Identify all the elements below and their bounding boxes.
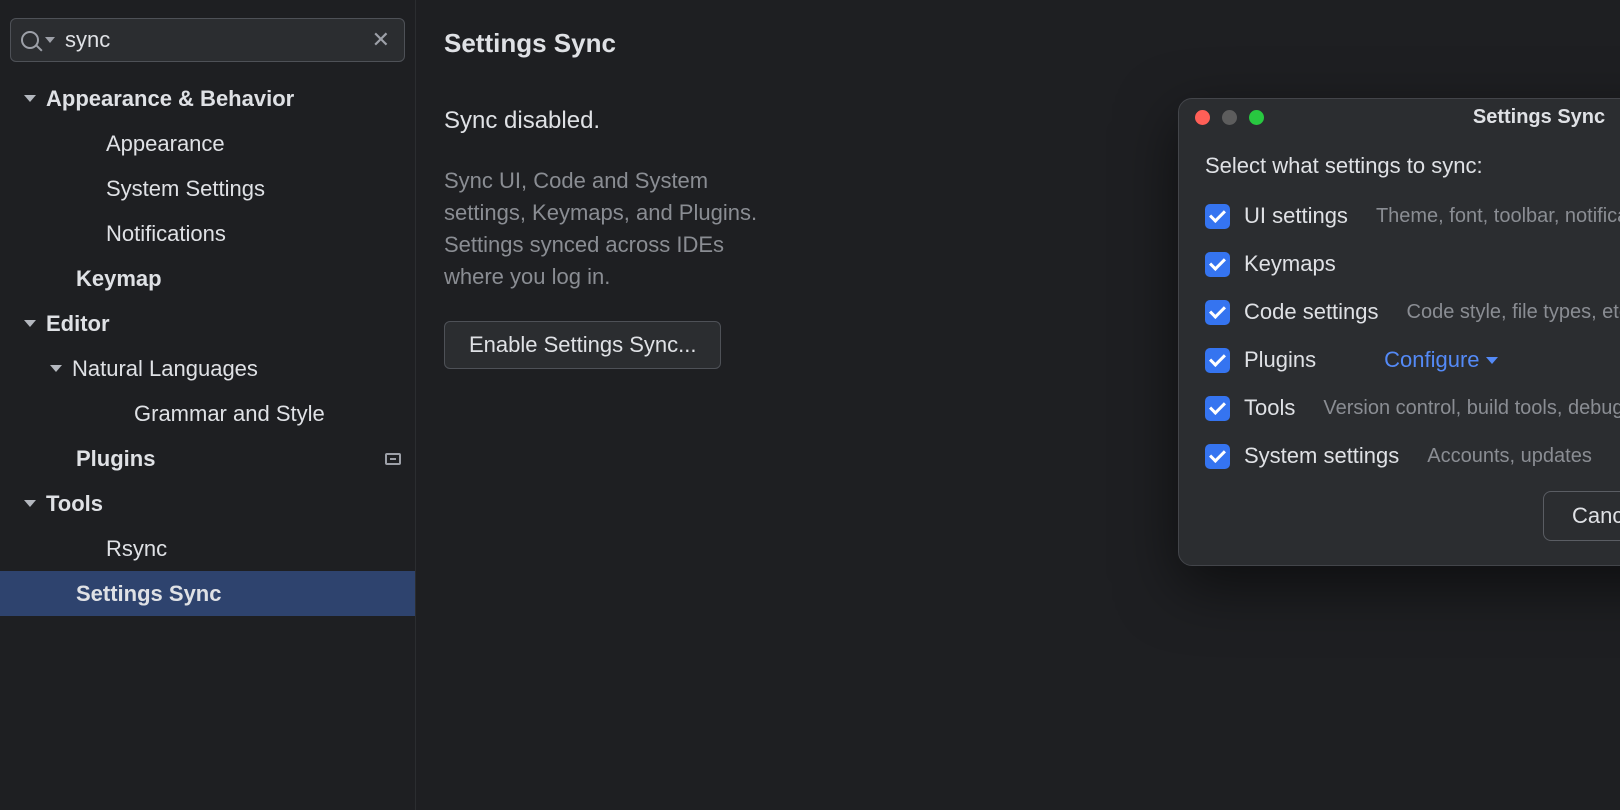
tree-item-label: Rsync [106,536,401,562]
sync-option-label: Code settings [1244,299,1379,325]
settings-main: Settings Sync Sync disabled. Sync UI, Co… [416,0,1620,810]
tree-item-label: Settings Sync [76,581,401,607]
chevron-down-icon [24,320,36,327]
search-field-wrap[interactable]: ✕ [10,18,405,62]
tree-item-label: Appearance & Behavior [46,86,401,112]
tree-item-label: System Settings [106,176,401,202]
tree-item[interactable]: Settings Sync [0,571,415,616]
sync-option-label: Keymaps [1244,251,1336,277]
settings-sync-dialog: Settings Sync Select what settings to sy… [1178,98,1620,566]
clear-search-icon[interactable]: ✕ [368,27,394,53]
tree-item-label: Appearance [106,131,401,157]
checkbox[interactable] [1205,252,1230,277]
tree-item-label: Plugins [76,446,385,472]
dialog-heading: Select what settings to sync: [1205,153,1620,179]
chevron-down-icon [24,95,36,102]
configure-link[interactable]: Configure [1384,347,1497,373]
tree-item[interactable]: Editor [0,301,415,346]
checkbox[interactable] [1205,444,1230,469]
window-minimize-icon[interactable] [1222,110,1237,125]
tree-item-label: Keymap [76,266,401,292]
tree-item[interactable]: Natural Languages [0,346,415,391]
search-icon [21,31,39,49]
sync-option-row: UI settings Theme, font, toolbar, notific… [1205,203,1620,229]
tree-item[interactable]: Notifications [0,211,415,256]
checkbox[interactable] [1205,204,1230,229]
tree-item-label: Notifications [106,221,401,247]
sync-option-row: Plugins Configure [1205,347,1620,373]
tree-item-label: Natural Languages [72,356,401,382]
chevron-down-icon [1486,357,1498,364]
tree-item[interactable]: Tools [0,481,415,526]
tree-item[interactable]: Keymap [0,256,415,301]
sync-option-hint: Version control, build tools, debugger, … [1323,397,1620,420]
tree-item[interactable]: System Settings [0,166,415,211]
enable-settings-sync-button[interactable]: Enable Settings Sync... [444,321,721,369]
sync-option-row: Tools Version control, build tools, debug… [1205,395,1620,421]
sync-option-hint: Theme, font, toolbar, notifications, etc… [1376,205,1620,228]
settings-tree: Appearance & Behavior Appearance System Se… [0,76,415,810]
window-controls [1179,110,1264,125]
settings-sidebar: ✕ Appearance & Behavior Appearance System … [0,0,416,810]
checkbox[interactable] [1205,348,1230,373]
sync-option-label: UI settings [1244,203,1348,229]
window-maximize-icon[interactable] [1249,110,1264,125]
tree-item-label: Editor [46,311,401,337]
sync-description: Sync UI, Code and System settings, Keyma… [444,165,774,293]
sync-option-label: Plugins [1244,347,1316,373]
sync-option-hint: Code style, file types, etc. [1407,301,1620,324]
tree-item[interactable]: Grammar and Style [0,391,415,436]
plugins-badge-icon [385,453,401,465]
window-close-icon[interactable] [1195,110,1210,125]
tree-item-label: Grammar and Style [134,401,401,427]
tree-item[interactable]: Appearance [0,121,415,166]
sync-option-label: System settings [1244,443,1399,469]
sync-option-row: Keymaps [1205,251,1620,277]
tree-item-label: Tools [46,491,401,517]
page-title: Settings Sync [444,28,1620,59]
sync-option-label: Tools [1244,395,1295,421]
checkbox[interactable] [1205,300,1230,325]
chevron-down-icon[interactable] [45,37,55,43]
dialog-body: Select what settings to sync: UI setting… [1179,135,1620,565]
cancel-button[interactable]: Cancel [1543,491,1620,541]
sync-option-row: System settings Accounts, updates [1205,443,1620,469]
dialog-titlebar: Settings Sync [1179,99,1620,135]
sync-option-row: Code settings Code style, file types, etc… [1205,299,1620,325]
tree-item[interactable]: Appearance & Behavior [0,76,415,121]
tree-item[interactable]: Plugins [0,436,415,481]
checkbox[interactable] [1205,396,1230,421]
search-input[interactable] [65,27,368,53]
chevron-down-icon [50,365,62,372]
sync-options-list: UI settings Theme, font, toolbar, notific… [1205,203,1620,469]
tree-item[interactable]: Rsync [0,526,415,571]
sync-option-hint: Accounts, updates [1427,445,1592,468]
chevron-down-icon [24,500,36,507]
dialog-actions: Cancel Enable Sync [1205,491,1620,541]
